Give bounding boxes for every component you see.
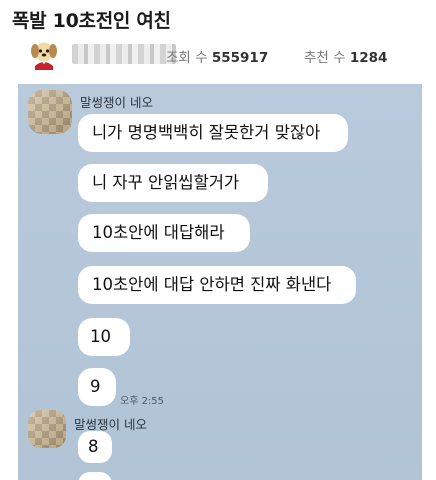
chat-bubble-cutoff [78,472,112,480]
post-title: 폭발 10초전인 여친 [12,10,171,32]
view-count-label: 조회 수 [166,50,208,66]
chat-bubble: 8 [78,431,112,463]
chat-screenshot: 말썽쟁이 네오 니가 명명백백히 잘못한거 맞잖아 니 자꾸 안읽씹할거가 10… [18,84,422,480]
recommend-count-value: 1284 [349,50,388,66]
view-count: 조회 수 555917 [166,46,268,66]
chat-bubble: 니 자꾸 안읽씹할거가 [78,164,268,202]
view-count-value: 555917 [211,50,269,66]
post-header: 폭발 10초전인 여친 조회 수 555917 추천 수 1284 [0,0,436,84]
post-meta: 조회 수 555917 추천 수 1284 [28,38,428,70]
recommend-count-label: 추천 수 [304,50,346,66]
sender-profile-photo [28,410,66,448]
dog-avatar-icon[interactable] [28,38,60,70]
chat-bubble: 10 [78,318,130,356]
message-timestamp: 오후 2:55 [120,396,165,407]
author-name-blurred[interactable] [72,44,176,64]
sender-name: 말썽쟁이 네오 [74,417,147,432]
chat-bubble: 10초안에 대답해라 [78,214,250,252]
recommend-count: 추천 수 1284 [304,46,387,66]
chat-bubble: 9 [78,368,116,406]
sender-profile-photo [28,90,72,134]
chat-bubble: 10초안에 대답 안하면 진짜 화낸다 [78,266,356,304]
sender-name: 말썽쟁이 네오 [80,95,153,110]
chat-bubble: 니가 명명백백히 잘못한거 맞잖아 [78,114,348,152]
